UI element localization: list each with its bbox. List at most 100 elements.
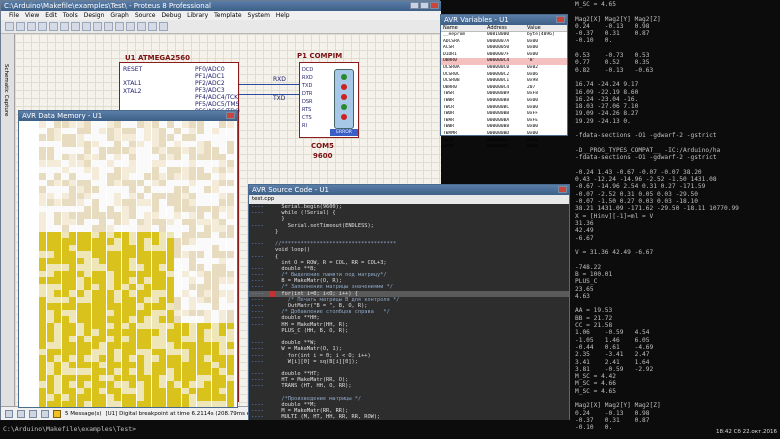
variable-row[interactable]: DIDR1 0000007F 0x00 [441,52,567,59]
menu-item-edit[interactable]: Edit [45,11,57,20]
memory-title-bar[interactable]: AVR Data Memory - U1 [19,111,237,121]
memory-cell[interactable] [204,400,211,407]
memory-cell[interactable] [159,400,166,407]
memory-cell[interactable] [91,400,99,407]
variable-row[interactable]: TWAMR 000000BD 0x00 [441,131,567,138]
save-icon[interactable] [27,22,36,31]
menu-item-system[interactable]: System [248,11,270,20]
cut-icon[interactable] [49,22,58,31]
header-address[interactable]: Address [487,25,527,31]
play-icon[interactable] [5,409,13,418]
memory-cell[interactable] [196,400,204,407]
console-line: V = 31.36 42.49 -6.67 [575,249,654,257]
minimize-button[interactable] [410,2,419,9]
memory-cell[interactable] [211,400,219,407]
component-icon[interactable] [159,22,168,31]
close-button[interactable] [556,16,565,23]
zoom-out-icon[interactable] [115,22,124,31]
zoom-in-icon[interactable] [104,22,113,31]
memory-cell[interactable] [226,400,234,407]
memory-cell[interactable] [46,400,54,407]
memory-cell[interactable] [76,400,84,407]
memory-cell[interactable] [121,400,129,407]
console-prompt[interactable]: C:\Arduino\Makefile\examples\Test> [0,420,572,439]
memory-cell[interactable] [181,400,189,407]
memory-cell[interactable] [174,400,181,407]
redo-icon[interactable] [93,22,102,31]
variable-row[interactable]: EECR 0000003F 0x00 [441,138,567,145]
proteus-title-bar[interactable]: C:\Arduino\Makefile\examples\Test\ - Pro… [1,1,441,11]
memory-cell[interactable] [136,400,144,407]
memory-grid[interactable] [19,121,237,407]
memory-cell[interactable] [189,400,196,407]
memory-cell[interactable] [151,400,159,407]
open-icon[interactable] [16,22,25,31]
variable-name: UCSR0C [443,71,460,77]
memory-cell[interactable] [166,400,174,407]
memory-cell[interactable] [54,400,61,407]
header-value[interactable]: Value [527,25,567,31]
menu-item-source[interactable]: Source [135,11,156,20]
variable-row[interactable]: UBRR0 000000C4 207 [441,85,567,92]
header-name[interactable]: Name [441,25,487,31]
memory-cell[interactable] [69,400,76,407]
step-icon[interactable] [17,409,25,418]
variable-address: 000000B9 [487,91,510,97]
zoom-fit-icon[interactable] [126,22,135,31]
menu-item-file[interactable]: File [9,11,19,20]
compim-component[interactable]: DCD RXD TXD DTR DSR RTS CTS RI ERROR [299,62,359,138]
memory-cell[interactable] [61,400,69,407]
paste-icon[interactable] [71,22,80,31]
variable-row[interactable]: TWBR 000000B8 0x00 [441,124,567,131]
pause-icon[interactable] [29,409,37,418]
variable-row[interactable]: TWBR 000000B8 0x00 [441,98,567,105]
memory-cell[interactable] [219,400,226,407]
variable-row[interactable]: ACSR 00000050 0x00 [441,45,567,52]
menu-item-tools[interactable]: Tools [63,11,78,20]
close-button[interactable] [226,112,235,119]
menu-item-template[interactable]: Template [214,11,241,20]
variable-row[interactable]: TWDR 000000BB 0xFF [441,111,567,118]
variable-row[interactable]: ADCSRA 0000007A 0x00 [441,39,567,46]
variable-row[interactable]: TWSR 000000B9 0xF8 [441,91,567,98]
menu-item-library[interactable]: Library [187,11,208,20]
close-button[interactable] [558,186,567,193]
variable-row[interactable]: UCSR0A 000000C0 0x02 [441,65,567,72]
stop-icon[interactable] [41,409,49,418]
print-icon[interactable] [38,22,47,31]
memory-cell[interactable] [114,400,121,407]
variables-title-bar[interactable]: AVR Variables - U1 [441,15,567,25]
memory-cell[interactable] [129,400,136,407]
source-title-bar[interactable]: AVR Source Code - U1 [249,185,569,195]
message-count[interactable]: 5 Message(s) [65,407,102,421]
variable-row[interactable]: UCSR0B 000000C1 0x98 [441,78,567,85]
menu-item-debug[interactable]: Debug [161,11,181,20]
maximize-button[interactable] [420,2,429,9]
menu-item-design[interactable]: Design [84,11,105,20]
new-icon[interactable] [5,22,14,31]
menu-item-help[interactable]: Help [276,11,290,20]
grid-icon[interactable] [137,22,146,31]
memory-cell[interactable] [39,400,46,407]
variable-row[interactable]: TWCR 000000BC 0x00 [441,105,567,112]
memory-cell[interactable] [144,400,151,407]
undo-icon[interactable] [82,22,91,31]
source-file-selector[interactable]: test.cpp [249,195,569,204]
variable-row[interactable]: TWAR 000000BA 0xFE [441,118,567,125]
side-tab-label[interactable]: Schematic Capture [3,64,9,116]
variable-row[interactable]: UCSR0C 000000C2 0x06 [441,72,567,79]
menu-item-graph[interactable]: Graph [110,11,128,20]
variable-row[interactable]: UBRR0 000000C4 '8' [441,58,567,65]
menu-item-view[interactable]: View [25,11,39,20]
variable-row[interactable]: __eeprom 00810000 byte[4096] [441,32,567,39]
terminal-output[interactable]: M_SC = 4.65 Mag2[X] Mag2[Y] Mag2[Z] 0.24 -… [572,0,780,439]
memory-cell[interactable] [99,400,106,407]
wire-icon[interactable] [148,22,157,31]
close-button[interactable] [430,2,439,9]
variable-row[interactable]: SPCR 0000004C 0x00 [441,144,567,151]
memory-cell[interactable] [84,400,91,407]
copy-icon[interactable] [60,22,69,31]
memory-cell[interactable] [106,400,114,407]
code-view[interactable]: ---- Serial.begin(9600); ---- while (!Ser… [249,204,569,424]
